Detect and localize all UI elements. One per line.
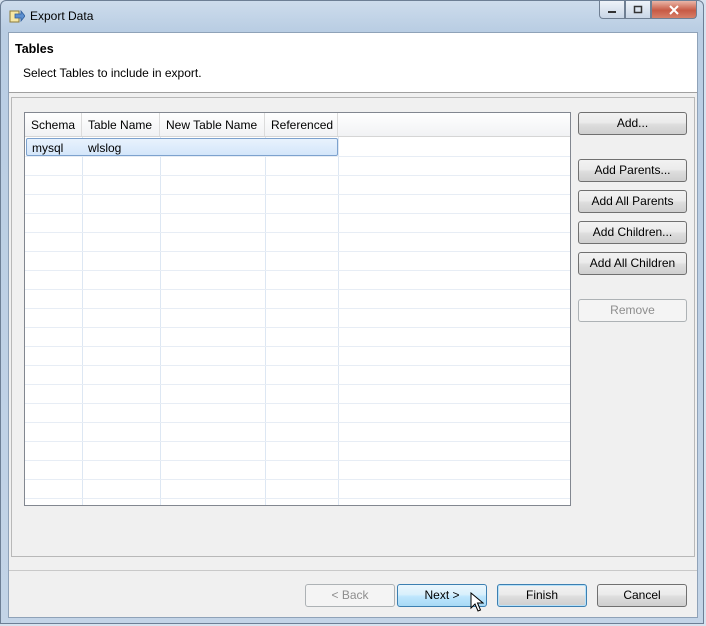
column-header-referenced[interactable]: Referenced: [265, 113, 338, 136]
finish-button[interactable]: Finish: [497, 584, 587, 607]
minimize-icon: [608, 10, 616, 13]
column-divider: [82, 137, 83, 505]
column-header-schema[interactable]: Schema: [25, 113, 82, 136]
window-title: Export Data: [30, 9, 94, 23]
cancel-button[interactable]: Cancel: [597, 584, 687, 607]
row-divider: [25, 365, 570, 366]
row-divider: [25, 327, 570, 328]
row-divider: [25, 289, 570, 290]
row-divider: [25, 441, 570, 442]
cell-table-name: wlslog: [88, 141, 122, 155]
row-divider: [25, 498, 570, 499]
page-title: Tables: [15, 42, 54, 56]
table-row[interactable]: [26, 138, 338, 156]
back-button[interactable]: < Back: [305, 584, 395, 607]
row-divider: [25, 308, 570, 309]
cell-new-table-name[interactable]: [160, 139, 166, 157]
row-divider: [25, 460, 570, 461]
wizard-header: Tables Select Tables to include in expor…: [9, 33, 697, 93]
tables-table[interactable]: Schema Table Name New Table Name Referen…: [24, 112, 571, 506]
add-children-button[interactable]: Add Children...: [578, 221, 687, 244]
row-divider: [25, 194, 570, 195]
row-divider: [25, 384, 570, 385]
table-header: Schema Table Name New Table Name Referen…: [25, 113, 570, 137]
row-divider: [25, 270, 570, 271]
add-parents-button[interactable]: Add Parents...: [578, 159, 687, 182]
mouse-pointer-icon: [470, 592, 484, 612]
add-button[interactable]: Add...: [578, 112, 687, 135]
add-all-children-button[interactable]: Add All Children: [578, 252, 687, 275]
column-header-table-name[interactable]: Table Name: [82, 113, 160, 136]
row-divider: [25, 422, 570, 423]
column-divider: [160, 137, 161, 505]
row-divider: [25, 346, 570, 347]
maximize-icon: [633, 5, 643, 14]
row-divider: [25, 175, 570, 176]
row-divider: [25, 213, 570, 214]
column-divider: [265, 137, 266, 505]
row-divider: [25, 232, 570, 233]
column-divider: [338, 137, 339, 505]
export-data-icon: [9, 9, 25, 23]
cell-schema: mysql: [32, 141, 64, 155]
export-data-window: Export Data Tables Select Tables to incl…: [0, 0, 704, 624]
page-description: Select Tables to include in export.: [23, 66, 202, 80]
wizard-body: Tables Select Tables to include in expor…: [8, 32, 698, 618]
footer-separator: [9, 570, 697, 571]
cell-referenced: [265, 139, 271, 157]
maximize-button[interactable]: [625, 1, 651, 19]
column-header-new-table-name[interactable]: New Table Name: [160, 113, 265, 136]
close-icon: [669, 4, 679, 15]
minimize-button[interactable]: [599, 1, 625, 19]
row-divider: [25, 403, 570, 404]
title-bar[interactable]: Export Data: [1, 1, 703, 31]
add-all-parents-button[interactable]: Add All Parents: [578, 190, 687, 213]
remove-button[interactable]: Remove: [578, 299, 687, 322]
row-divider: [25, 251, 570, 252]
close-button[interactable]: [651, 1, 697, 19]
row-divider: [25, 479, 570, 480]
